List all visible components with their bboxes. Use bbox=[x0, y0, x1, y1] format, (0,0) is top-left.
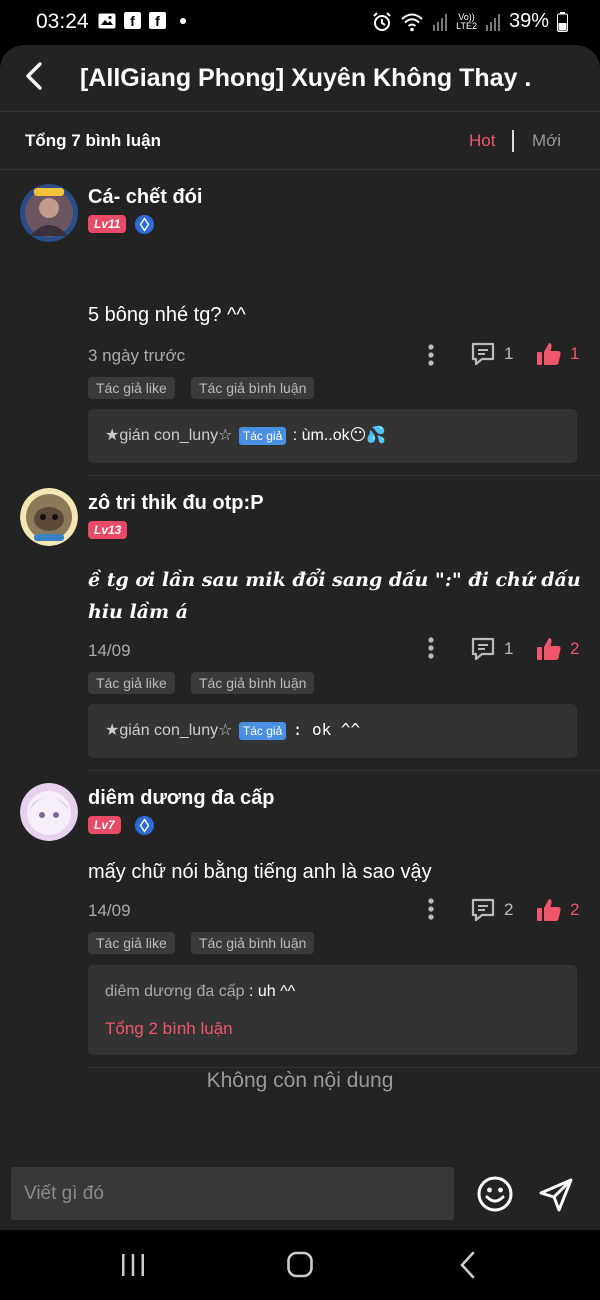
author-badge: Tác giả bbox=[238, 426, 287, 445]
sort-separator bbox=[512, 130, 514, 152]
level-badge: Lv11 bbox=[88, 215, 127, 233]
comment-time: 14/09 bbox=[88, 901, 131, 920]
reply-username: ★gián con_luny☆ bbox=[105, 427, 233, 444]
reply-line: ★gián con_luny☆ Tác giả : ùm..ok😶💦 bbox=[105, 425, 386, 445]
system-back-icon[interactable] bbox=[448, 1250, 488, 1280]
reply-text: : ok ^^ bbox=[292, 720, 361, 739]
author-liked-tag: Tác giả like bbox=[88, 672, 175, 694]
thumbs-up-icon bbox=[537, 343, 561, 365]
app-screen: [AllGiang Phong] Xuyên Không Thay ... Tổ… bbox=[0, 45, 600, 1230]
facebook-icon: f bbox=[149, 12, 166, 29]
view-all-replies-link[interactable]: Tổng 2 bình luận bbox=[105, 1019, 233, 1039]
facebook-icon: f bbox=[124, 12, 141, 29]
reply-username: ★gián con_luny☆ bbox=[105, 722, 233, 739]
reply-count: 1 bbox=[504, 344, 514, 363]
reply-count-button[interactable]: 1 bbox=[470, 341, 513, 367]
send-icon[interactable] bbox=[537, 1176, 575, 1214]
more-options-icon[interactable] bbox=[426, 897, 436, 921]
comment-username[interactable]: diêm dương đa cấp bbox=[88, 787, 275, 810]
more-options-icon[interactable] bbox=[426, 343, 436, 367]
like-button[interactable]: 2 bbox=[536, 636, 579, 662]
divider bbox=[88, 475, 600, 476]
more-options-icon[interactable] bbox=[426, 636, 436, 660]
wifi-icon bbox=[401, 13, 423, 31]
divider bbox=[88, 770, 600, 771]
reply-preview[interactable]: ★gián con_luny☆ Tác giả : ùm..ok😶💦 bbox=[88, 409, 577, 463]
comments-header: Tổng 7 bình luận Hot Mới bbox=[0, 112, 600, 170]
reply-count-button[interactable]: 1 bbox=[470, 636, 513, 662]
reply-preview[interactable]: diêm dương đa cấp : uh ^^ Tổng 2 bình lu… bbox=[88, 965, 577, 1055]
sort-hot-tab[interactable]: Hot bbox=[469, 131, 495, 151]
battery-percent: 39% bbox=[508, 10, 549, 32]
comment-content: 5 bông nhé tg? ^^ bbox=[88, 304, 246, 326]
comment-count: Tổng 7 bình luận bbox=[25, 131, 161, 150]
divider bbox=[0, 169, 600, 170]
verified-diamond-icon bbox=[135, 816, 154, 835]
like-button[interactable]: 1 bbox=[536, 341, 579, 367]
author-commented-tag: Tác giả bình luận bbox=[191, 377, 315, 399]
like-count: 2 bbox=[570, 900, 580, 919]
back-arrow-icon[interactable] bbox=[18, 59, 52, 93]
reply-text: : ùm..ok😶💦 bbox=[292, 427, 387, 444]
author-badge: Tác giả bbox=[238, 721, 287, 740]
level-badge: Lv7 bbox=[88, 816, 121, 834]
reply-count: 2 bbox=[504, 900, 514, 919]
image-icon bbox=[98, 13, 116, 28]
author-liked-tag: Tác giả like bbox=[88, 932, 175, 954]
comment-icon bbox=[471, 342, 495, 366]
end-of-content-text: Không còn nội dung bbox=[206, 1069, 394, 1092]
alarm-icon bbox=[373, 11, 391, 31]
avatar[interactable] bbox=[20, 184, 78, 242]
comment-time: 14/09 bbox=[88, 641, 131, 660]
comment-username[interactable]: Cá- chết đói bbox=[88, 186, 202, 209]
reply-text: : uh ^^ bbox=[248, 983, 296, 1000]
reply-line: ★gián con_luny☆ Tác giả : ok ^^ bbox=[105, 720, 360, 740]
page-title: [AllGiang Phong] Xuyên Không Thay ... bbox=[80, 64, 530, 92]
avatar[interactable] bbox=[20, 488, 78, 546]
comment-username[interactable]: zô tri thik đu otp:P bbox=[88, 492, 264, 515]
avatar[interactable] bbox=[20, 783, 78, 841]
author-commented-tag: Tác giả bình luận bbox=[191, 932, 315, 954]
status-bar: 03:24 f f Vo)) LTE2 39% bbox=[0, 0, 600, 45]
comment-icon bbox=[471, 898, 495, 922]
comment-content: ề tg ơi lần sau mik đổi sang dấu ":" đi … bbox=[88, 569, 588, 591]
thumbs-up-icon bbox=[537, 638, 561, 660]
comment-input[interactable] bbox=[11, 1167, 454, 1220]
comment-composer bbox=[0, 1156, 600, 1230]
comment-time: 3 ngày trước bbox=[88, 346, 186, 365]
like-count: 2 bbox=[570, 639, 580, 658]
emoji-icon[interactable] bbox=[476, 1175, 514, 1213]
reply-line: diêm dương đa cấp : uh ^^ bbox=[105, 983, 295, 1001]
status-app-icons: f f bbox=[98, 12, 186, 29]
reply-count-button[interactable]: 2 bbox=[470, 897, 513, 923]
author-liked-tag: Tác giả like bbox=[88, 377, 175, 399]
recent-apps-icon[interactable] bbox=[113, 1250, 153, 1280]
sort-new-tab[interactable]: Mới bbox=[532, 131, 561, 151]
thumbs-up-icon bbox=[537, 899, 561, 921]
signal-icon bbox=[485, 13, 500, 31]
level-badge: Lv13 bbox=[88, 521, 128, 539]
divider bbox=[88, 1067, 600, 1068]
status-time: 03:24 bbox=[36, 10, 89, 33]
system-navigation-bar bbox=[0, 1230, 600, 1300]
battery-icon bbox=[557, 11, 568, 32]
like-button[interactable]: 2 bbox=[536, 897, 579, 923]
verified-diamond-icon bbox=[135, 215, 154, 234]
like-count: 1 bbox=[570, 344, 580, 363]
comment-content: hiu lầm á bbox=[88, 601, 189, 623]
reply-username: diêm dương đa cấp bbox=[105, 983, 245, 1000]
reply-preview[interactable]: ★gián con_luny☆ Tác giả : ok ^^ bbox=[88, 704, 577, 758]
comment-content: mấy chữ nói bằng tiếng anh là sao vậy bbox=[88, 861, 432, 883]
comment-icon bbox=[471, 637, 495, 661]
network-type: Vo)) LTE2 bbox=[456, 11, 477, 31]
author-commented-tag: Tác giả bình luận bbox=[191, 672, 315, 694]
reply-count: 1 bbox=[504, 639, 514, 658]
more-notifications-dot bbox=[180, 17, 186, 24]
home-icon[interactable] bbox=[280, 1250, 320, 1280]
status-right: Vo)) LTE2 39% bbox=[372, 10, 568, 33]
top-bar: [AllGiang Phong] Xuyên Không Thay ... bbox=[0, 45, 600, 112]
signal-icon bbox=[433, 13, 448, 31]
